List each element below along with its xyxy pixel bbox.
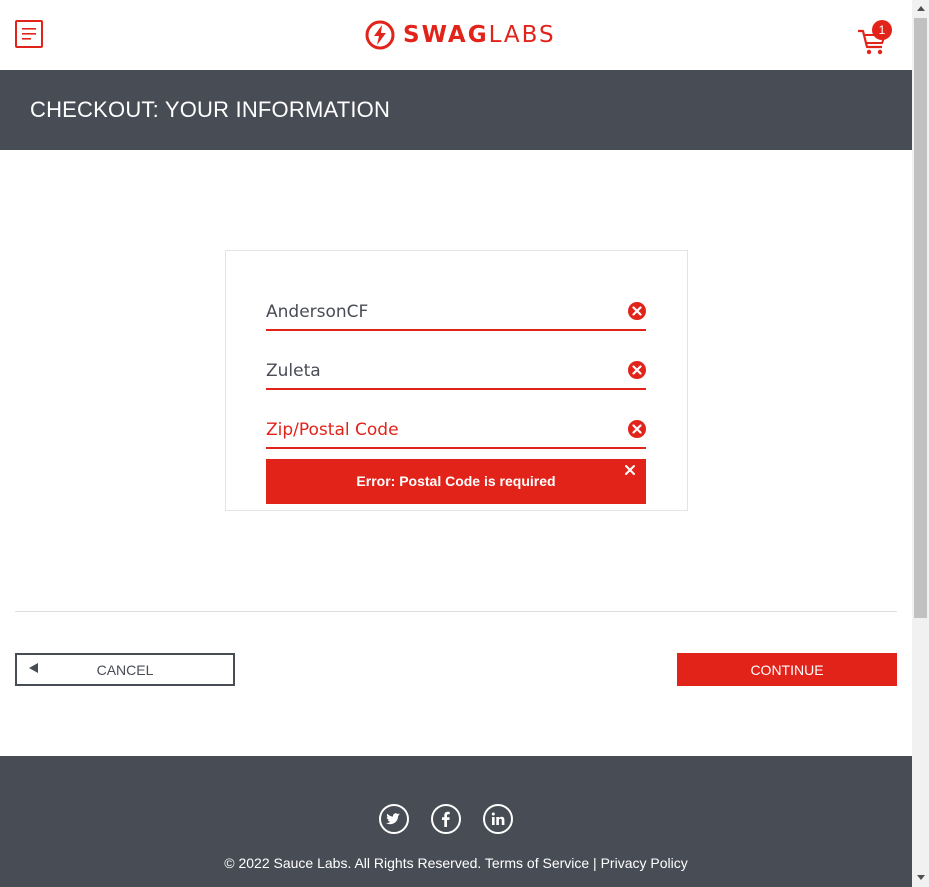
error-message-container: Error: Postal Code is required (266, 459, 646, 504)
scroll-down-icon[interactable] (917, 875, 925, 880)
linkedin-link[interactable] (483, 804, 513, 834)
first-name-field (266, 297, 646, 331)
error-message: Error: Postal Code is required (356, 473, 556, 489)
shopping-cart-link[interactable]: 1 (856, 20, 896, 56)
facebook-icon (442, 811, 450, 827)
error-icon (628, 420, 646, 438)
twitter-link[interactable] (379, 804, 409, 834)
footer: © 2022 Sauce Labs. All Rights Reserved. … (0, 756, 912, 887)
footer-copyright: © 2022 Sauce Labs. All Rights Reserved. … (224, 855, 688, 871)
divider (15, 611, 897, 612)
scroll-up-icon[interactable] (917, 6, 925, 11)
error-icon (628, 361, 646, 379)
last-name-input[interactable] (266, 356, 616, 386)
cancel-button-label: CANCEL (96, 662, 154, 678)
vertical-scrollbar[interactable] (912, 0, 929, 887)
page-title: CHECKOUT: YOUR INFORMATION (30, 97, 391, 122)
logo-text: SWAGLABS (403, 22, 556, 48)
scroll-thumb[interactable] (914, 18, 927, 618)
menu-button[interactable] (15, 20, 43, 48)
error-icon (628, 302, 646, 320)
cart-badge: 1 (872, 20, 892, 40)
first-name-input[interactable] (266, 297, 616, 327)
close-icon[interactable] (624, 464, 636, 476)
checkout-page: SWAGLABS 1 CHECKOUT: YOUR INFORMATION An… (0, 0, 912, 887)
facebook-link[interactable] (431, 804, 461, 834)
continue-button-label: CONTINUE (750, 662, 824, 678)
swag-labs-logo: SWAGLABS (365, 20, 556, 50)
header: SWAGLABS 1 (0, 0, 912, 70)
hamburger-icon (22, 28, 36, 40)
linkedin-icon (491, 812, 505, 825)
continue-button[interactable]: CONTINUE (677, 653, 897, 686)
title-bar: CHECKOUT: YOUR INFORMATION (0, 70, 912, 150)
cancel-button[interactable]: CANCEL (15, 653, 235, 686)
last-name-field (266, 356, 646, 390)
twitter-icon (386, 813, 400, 825)
lightning-logo-icon (365, 20, 395, 50)
checkout-info-form: Error: Postal Code is required (225, 250, 688, 511)
postal-code-field (266, 415, 646, 449)
postal-code-input[interactable] (266, 415, 616, 445)
